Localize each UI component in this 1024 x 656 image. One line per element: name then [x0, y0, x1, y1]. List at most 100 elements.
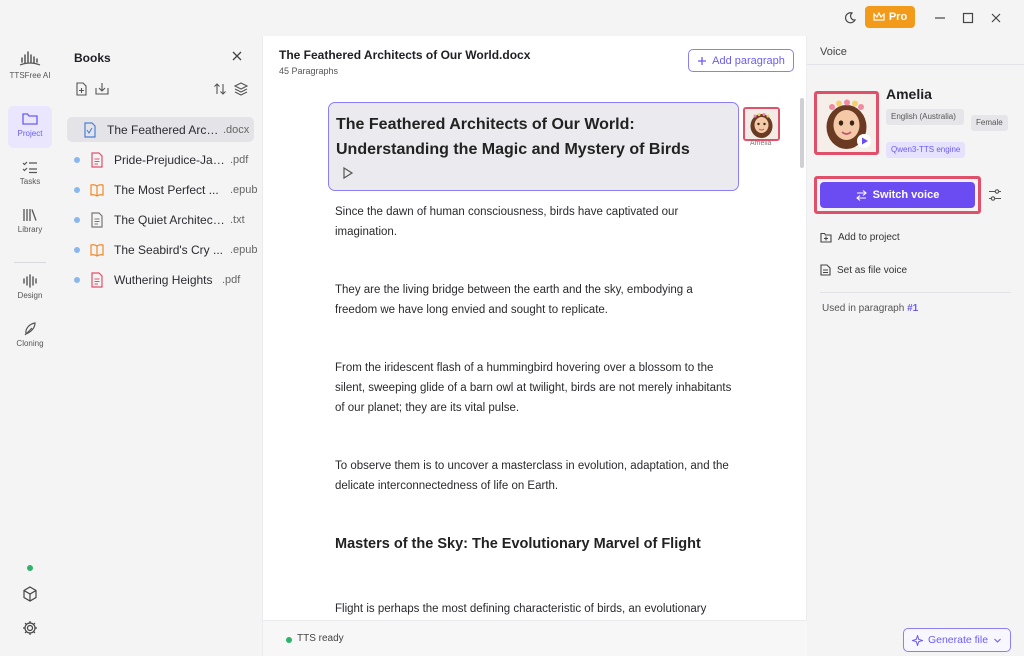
- set-as-file-voice-label: Set as file voice: [837, 264, 908, 276]
- folder-icon: [22, 113, 38, 125]
- gender-tag: Female: [971, 115, 1008, 131]
- book-name: The Quiet Architect...: [114, 212, 226, 227]
- close-icon[interactable]: [230, 49, 246, 65]
- book-dot: [74, 186, 80, 193]
- book-name: The Feathered Arch...: [107, 122, 219, 137]
- rail-divider: [14, 262, 46, 263]
- doc-paragraph-count: 45 Paragraphs: [279, 66, 339, 76]
- paragraph-text[interactable]: To observe them is to uncover a mastercl…: [335, 456, 735, 496]
- paragraph-text[interactable]: From the iridescent flash of a hummingbi…: [335, 358, 735, 418]
- brand-icon: [19, 51, 41, 66]
- used-in-label: Used in paragraph: [822, 303, 905, 314]
- heading-paragraph[interactable]: The Feathered Architects of Our World: U…: [328, 102, 739, 191]
- title-bar: Pro: [0, 0, 1024, 36]
- used-in-number[interactable]: #1: [907, 303, 918, 314]
- chevron-down-icon: [994, 638, 1001, 643]
- maximize-icon[interactable]: [958, 8, 978, 28]
- book-dot: [74, 276, 80, 283]
- paragraph-text[interactable]: They are the living bridge between the e…: [335, 280, 735, 320]
- language-tag: English (Australia): [886, 109, 964, 125]
- epub-icon: [90, 183, 104, 197]
- book-ext: .epub: [230, 243, 258, 256]
- rail-item-library[interactable]: Library: [0, 208, 60, 234]
- nav-rail: TTSFree AI Project Tasks Library Design …: [0, 36, 60, 656]
- close-icon[interactable]: [986, 8, 1006, 28]
- moon-icon[interactable]: [840, 8, 860, 28]
- sliders-icon[interactable]: [988, 188, 1002, 202]
- add-to-project-link[interactable]: Add to project: [820, 232, 900, 243]
- crown-icon: [873, 12, 885, 21]
- book-ext: .pdf: [230, 153, 249, 166]
- paragraph-voice-avatar[interactable]: [743, 107, 780, 141]
- book-name: The Most Perfect ...: [114, 182, 219, 197]
- scrollbar[interactable]: [800, 98, 804, 168]
- add-paragraph-label: Add paragraph: [712, 54, 785, 67]
- pdf-icon: [91, 151, 103, 168]
- layers-icon[interactable]: [233, 82, 250, 98]
- rail-item-design[interactable]: Design: [0, 274, 60, 300]
- paragraph-text[interactable]: Flight is perhaps the most defining char…: [335, 599, 735, 619]
- divider: [807, 64, 1024, 65]
- voice-panel-title: Voice: [820, 46, 847, 58]
- voice-avatar[interactable]: [814, 91, 879, 155]
- swap-icon: [855, 189, 867, 201]
- book-item[interactable]: Pride-Prejudice-Jan... .pdf: [67, 147, 254, 172]
- books-title: Books: [74, 51, 111, 65]
- switch-voice-highlight: Switch voice: [814, 176, 981, 214]
- txt-icon: [91, 211, 103, 228]
- switch-voice-button[interactable]: Switch voice: [820, 182, 975, 208]
- sort-icon[interactable]: [213, 82, 229, 98]
- book-dot: [74, 246, 80, 253]
- book-item[interactable]: The Seabird's Cry ... .epub: [67, 237, 258, 262]
- book-item[interactable]: The Quiet Architect... .txt: [67, 207, 254, 232]
- rail-item-project[interactable]: Project: [0, 106, 60, 148]
- status-dot: [27, 565, 33, 571]
- book-ext: .docx: [223, 123, 250, 136]
- file-icon: [820, 264, 831, 276]
- rail-item-tasks[interactable]: Tasks: [0, 160, 60, 186]
- generate-file-label: Generate file: [927, 634, 989, 646]
- book-dot: [74, 156, 80, 163]
- paragraph-text[interactable]: Since the dawn of human consciousness, b…: [335, 202, 735, 242]
- heading-text: The Feathered Architects of Our World: U…: [336, 116, 690, 158]
- add-paragraph-button[interactable]: Add paragraph: [688, 49, 794, 72]
- epub-icon: [90, 243, 104, 257]
- pdf-icon: [91, 271, 103, 288]
- brand-name: TTSFree AI: [9, 71, 51, 80]
- book-name: The Seabird's Cry ...: [114, 242, 223, 257]
- section-heading[interactable]: Masters of the Sky: The Evolutionary Mar…: [335, 536, 701, 552]
- engine-tag: Qwen3-TTS engine: [886, 142, 966, 158]
- rail-label-cloning: Cloning: [16, 339, 44, 348]
- book-name: Wuthering Heights: [114, 272, 213, 287]
- rail-item-cloning[interactable]: Cloning: [0, 322, 60, 348]
- book-item[interactable]: The Feathered Arch... .docx: [67, 117, 254, 142]
- doc-title: The Feathered Architects of Our World.do…: [279, 48, 531, 62]
- generate-file-button[interactable]: Generate file: [903, 628, 1011, 652]
- divider: [820, 292, 1011, 293]
- import-icon[interactable]: [95, 82, 111, 98]
- gear-icon[interactable]: [22, 620, 38, 639]
- play-icon[interactable]: [857, 134, 871, 148]
- feather-icon: [24, 322, 36, 336]
- brand-logo: TTSFree AI: [0, 50, 60, 80]
- rail-label-tasks: Tasks: [19, 177, 41, 186]
- rail-label-library: Library: [17, 225, 43, 234]
- sparkle-icon: [911, 634, 923, 646]
- book-ext: .pdf: [222, 273, 241, 286]
- book-dot: [74, 216, 80, 223]
- cube-icon[interactable]: [22, 586, 38, 605]
- folder-plus-icon: [820, 232, 832, 243]
- new-file-icon[interactable]: [74, 82, 90, 98]
- set-as-file-voice-link[interactable]: Set as file voice: [820, 264, 907, 276]
- status-dot: [286, 637, 292, 643]
- play-icon[interactable]: [342, 166, 354, 180]
- minimize-icon[interactable]: [930, 8, 950, 28]
- rail-label-design: Design: [17, 291, 43, 300]
- add-to-project-label: Add to project: [838, 232, 900, 243]
- pro-button[interactable]: Pro: [865, 6, 915, 28]
- voice-name: Amelia: [886, 86, 932, 102]
- book-item[interactable]: Wuthering Heights .pdf: [67, 267, 254, 292]
- book-item[interactable]: The Most Perfect ... .epub: [67, 177, 258, 202]
- voice-panel: Voice Amelia English (Australia) Female …: [807, 36, 1024, 656]
- editor-panel: The Feathered Architects of Our World.do…: [262, 36, 808, 656]
